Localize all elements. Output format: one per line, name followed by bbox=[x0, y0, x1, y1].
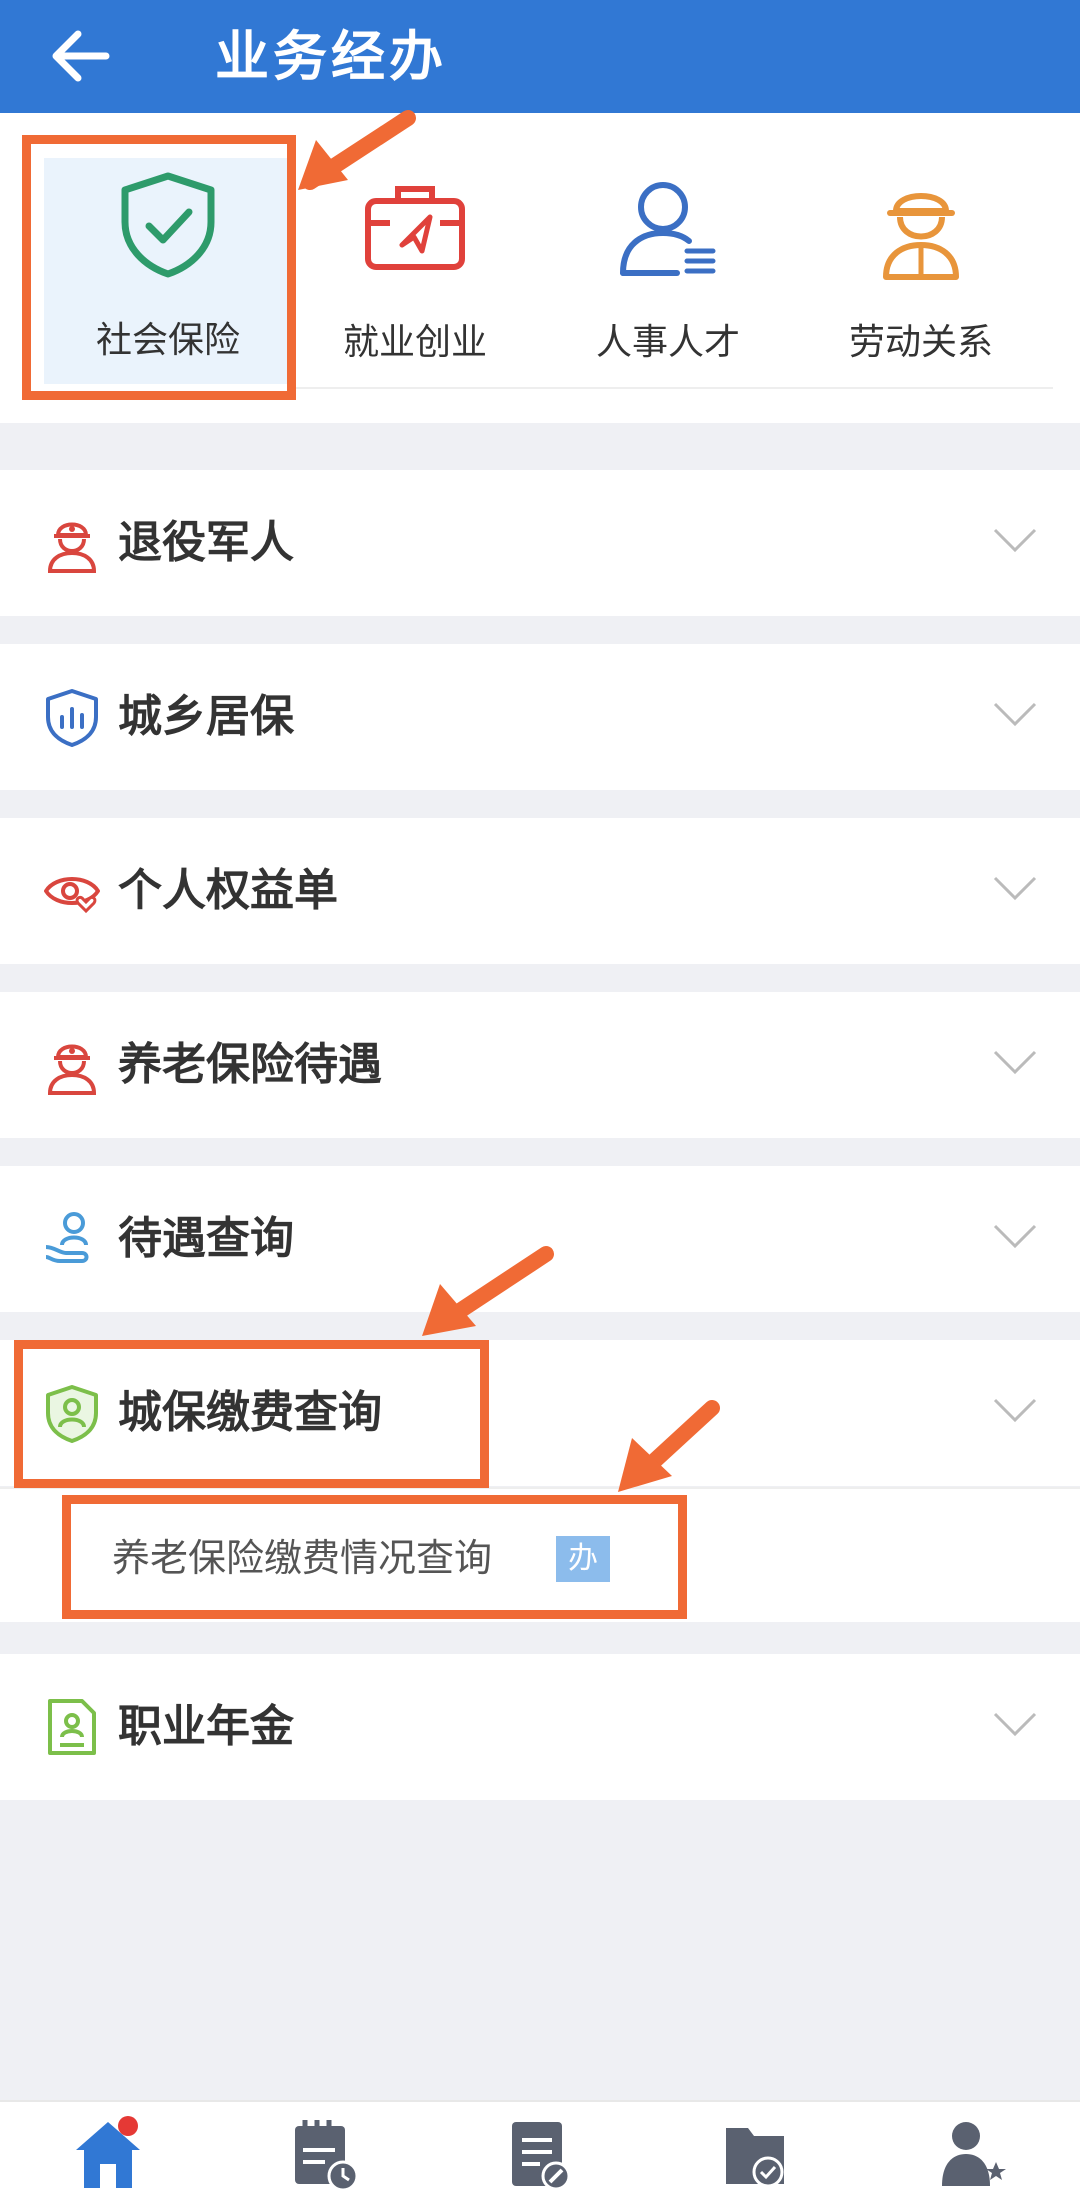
section-label: 职业年金 bbox=[118, 1701, 294, 1752]
section-veterans[interactable]: 退役军人 bbox=[0, 470, 1080, 616]
section-occupational-annuity[interactable]: 职业年金 bbox=[0, 1654, 1080, 1800]
section-label: 待遇查询 bbox=[118, 1213, 294, 1264]
category-employment[interactable]: 就业创业 bbox=[300, 153, 530, 403]
tab-profile[interactable] bbox=[934, 2110, 1014, 2190]
tab-documents[interactable] bbox=[500, 2110, 580, 2190]
eye-heart-icon bbox=[44, 877, 100, 914]
chevron-down-icon bbox=[993, 528, 1037, 553]
category-label: 人事人才 bbox=[595, 322, 740, 363]
arrow-left-icon bbox=[52, 30, 110, 82]
top-bar: 业务经办 bbox=[0, 0, 1080, 113]
section-benefit-inquiry[interactable]: 待遇查询 bbox=[0, 1166, 1080, 1312]
user-stars-icon bbox=[942, 2122, 1006, 2186]
section-personal-rights-statement[interactable]: 个人权益单 bbox=[0, 818, 1080, 964]
tab-processed[interactable] bbox=[716, 2110, 796, 2190]
chevron-down-icon bbox=[993, 1398, 1037, 1423]
document-pen-icon bbox=[512, 2122, 571, 2190]
tab-schedule[interactable] bbox=[285, 2110, 365, 2190]
chevron-down-icon bbox=[993, 1050, 1037, 1075]
pension-payment-inquiry-link[interactable]: 养老保险缴费情况查询 bbox=[112, 1531, 492, 1585]
section-label: 退役军人 bbox=[118, 517, 294, 568]
section-label: 城乡居保 bbox=[118, 691, 294, 742]
chevron-down-icon bbox=[993, 1712, 1037, 1737]
chevron-down-icon bbox=[993, 876, 1037, 901]
category-labor-relations[interactable]: 劳动关系 bbox=[806, 153, 1036, 403]
back-button[interactable] bbox=[48, 26, 112, 86]
category-panel: 社会保险 就业创业 人事人才 劳动关系 bbox=[0, 113, 1080, 423]
section-urban-insurance-payment-inquiry[interactable]: 城保缴费查询 bbox=[0, 1340, 1080, 1486]
shield-person-icon bbox=[46, 1385, 98, 1443]
soldier-icon bbox=[47, 522, 97, 573]
category-label: 社会保险 bbox=[95, 320, 240, 361]
worker-helmet-icon bbox=[883, 193, 959, 280]
chevron-down-icon bbox=[993, 702, 1037, 727]
bottom-tab-bar bbox=[0, 2100, 1080, 2190]
page-title: 业务经办 bbox=[215, 25, 447, 88]
category-social-insurance[interactable]: 社会保险 bbox=[44, 158, 292, 384]
section-label: 个人权益单 bbox=[118, 865, 338, 916]
hand-person-icon bbox=[45, 1212, 89, 1263]
shield-check-icon bbox=[121, 172, 215, 278]
section-label: 养老保险待遇 bbox=[118, 1039, 382, 1090]
category-label: 劳动关系 bbox=[848, 322, 993, 363]
section-urban-rural-insurance[interactable]: 城乡居保 bbox=[0, 644, 1080, 790]
notification-dot bbox=[118, 2116, 138, 2136]
expanded-sub-list: 养老保险缴费情况查询 办 bbox=[0, 1487, 1080, 1622]
category-personnel[interactable]: 人事人才 bbox=[553, 153, 783, 403]
handle-badge[interactable]: 办 bbox=[556, 1536, 610, 1582]
person-list-icon bbox=[620, 182, 716, 276]
section-pension-benefits[interactable]: 养老保险待遇 bbox=[0, 992, 1080, 1138]
chevron-down-icon bbox=[993, 1224, 1037, 1249]
document-person-icon bbox=[48, 1699, 96, 1755]
briefcase-icon bbox=[365, 186, 465, 270]
shield-chart-icon bbox=[46, 689, 98, 747]
section-label: 城保缴费查询 bbox=[118, 1387, 382, 1438]
calendar-clock-icon bbox=[295, 2120, 359, 2190]
category-label: 就业创业 bbox=[342, 322, 487, 363]
folder-check-icon bbox=[726, 2128, 784, 2188]
soldier-icon bbox=[47, 1044, 97, 1095]
tab-home[interactable] bbox=[68, 2110, 148, 2190]
